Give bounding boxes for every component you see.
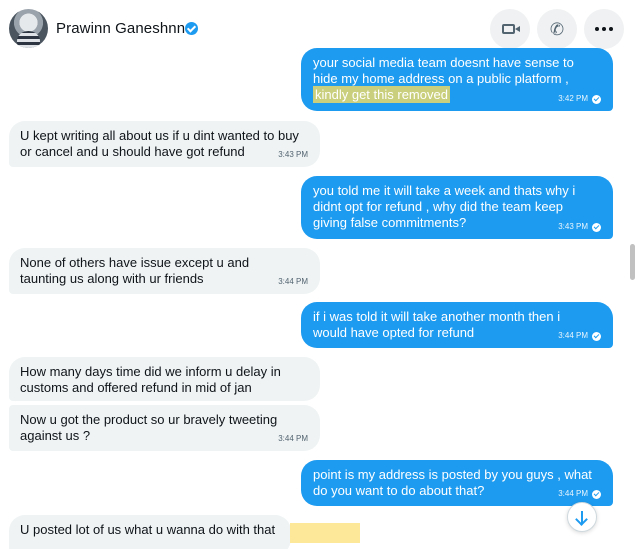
message-bubble-outgoing[interactable]: point is my address is posted by you guy… [301,460,613,506]
read-receipt-icon [592,222,601,232]
message-meta: 3:42 PM [558,94,601,104]
avatar[interactable] [9,9,48,48]
message-text: None of others have issue except u and t… [20,255,250,286]
message-text: your social media team doesnt have sense… [313,55,574,86]
message-bubble-incoming[interactable]: None of others have issue except u and t… [9,248,320,294]
message-bubble-incoming[interactable]: How many days time did we inform u delay… [9,357,320,401]
message-time: 3:43 PM [558,222,588,231]
message-text: you told me it will take a week and that… [313,183,576,230]
message-meta: 3:44 PM [558,489,601,499]
message-bubble-outgoing[interactable]: your social media team doesnt have sense… [301,48,613,111]
video-camera-icon [502,24,520,34]
read-receipt-icon [592,94,601,104]
message-text: if i was told it will take another month… [313,309,561,340]
message-time: 3:44 PM [558,489,588,498]
message-bubble-outgoing[interactable]: you told me it will take a week and that… [301,176,613,239]
highlighted-text: kindly get this removed [313,86,450,103]
message-meta: 3:44 PM [558,331,601,341]
scroll-to-bottom-button[interactable] [567,502,597,532]
message-time: 3:44 PM [278,277,308,286]
contact-name[interactable]: Prawinn Ganeshnn [56,20,185,37]
message-text: point is my address is posted by you guy… [313,467,592,498]
scrollbar-thumb[interactable] [630,244,635,280]
message-time: 3:44 PM [278,434,308,443]
message-bubble-incoming[interactable]: Now u got the product so ur bravely twee… [9,405,320,451]
message-bubble-outgoing[interactable]: if i was told it will take another month… [301,302,613,348]
read-receipt-icon [592,489,601,499]
message-time: 3:44 PM [558,331,588,340]
more-options-button[interactable] [584,9,624,49]
more-dots-icon [595,27,613,31]
highlight-overlay [290,523,360,543]
scrollbar[interactable] [627,0,639,549]
message-text: U kept writing all about us if u dint wa… [20,128,299,159]
message-text: How many days time did we inform u delay… [20,364,281,395]
message-text: Now u got the product so ur bravely twee… [20,412,278,443]
video-call-button[interactable] [490,9,530,49]
message-text: U posted lot of us what u wanna do with … [20,522,276,537]
voice-call-button[interactable]: ✆ [537,9,577,49]
verified-badge-icon [185,22,198,35]
read-receipt-icon [592,331,601,341]
message-time: 3:43 PM [278,150,308,159]
message-time: 3:42 PM [558,94,588,103]
message-bubble-incoming[interactable]: U kept writing all about us if u dint wa… [9,121,320,167]
message-bubble-incoming[interactable]: U posted lot of us what u wanna do with … [9,515,291,549]
arrow-down-icon [581,511,583,523]
message-meta: 3:43 PM [558,222,601,232]
phone-icon: ✆ [549,19,565,39]
